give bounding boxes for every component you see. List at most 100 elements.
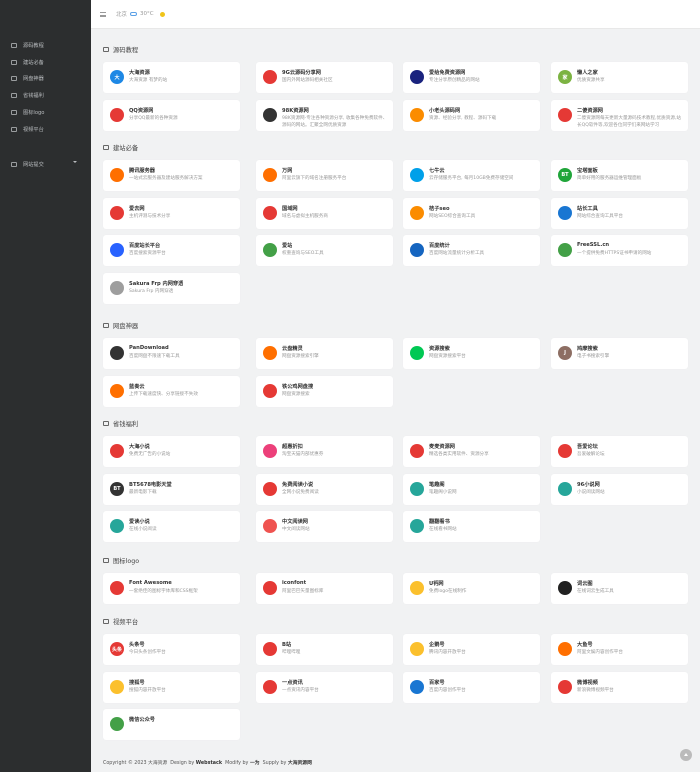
site-description: 淘宝天猫内部优惠券 [282,452,324,457]
site-card[interactable]: 头条 头条号 今日头条创作平台 [103,634,240,665]
site-card[interactable]: 家懒人之家 优质资源共享 [551,62,688,93]
site-card[interactable]: 中文阅读网 中文阅读网站 [256,511,393,542]
site-logo-icon [410,519,424,533]
site-card[interactable]: 词云图 在线词云生成工具 [551,573,688,604]
site-card[interactable]: 爱站 权重查询与SEO工具 [256,235,393,266]
site-card[interactable]: U钙网 免费logo在线制作 [403,573,540,604]
site-card[interactable]: 大鱼号 阿里文娱内容创作平台 [551,634,688,665]
site-card[interactable]: 云盘精灵 网盘资源搜索引擎 [256,338,393,369]
sidebar-item-savings[interactable]: 省钱福利 [11,90,44,100]
site-name: 腾讯服务器 [129,168,155,174]
site-card[interactable]: 七牛云 云存储服务平台, 每月10GB免费存储空间 [403,160,540,191]
site-logo-icon [263,444,277,458]
site-description: 国内外网站源码相关社区 [282,78,333,83]
site-logo-icon [110,243,124,257]
site-card[interactable]: 微博视频 新浪微博视频平台 [551,671,688,703]
site-description: 主机评测与技术分享 [129,213,171,219]
site-card[interactable]: 搜狐号 搜狐内容开放平台 [103,671,240,703]
site-card[interactable]: 免费阅读小说 全网小说免费阅读 [256,473,393,505]
site-logo-icon [410,346,424,360]
site-card[interactable]: Font Awesome 一套绝佳的图标字体库和CSS框架 [103,573,240,604]
site-description: 网盘资源搜索引擎 [282,354,319,359]
footer-design-link[interactable]: Webstack [196,761,222,766]
site-name: 搜狐号 [129,679,145,686]
site-description: 上传下载速度快、分享链接不失效 [129,391,198,397]
sidebar-item-source-tutorial[interactable]: 源码教程 [11,40,44,50]
site-card[interactable]: BT BT5678电影天堂 最新电影下载 [103,473,240,505]
site-description: 精选各类实用软件、资源分享 [429,452,489,457]
sidebar-item-icon-logo[interactable]: 图标logo [11,107,44,117]
top-bar: 北京 30°C [91,0,700,29]
site-card[interactable]: 一点资讯 一点资讯内容平台 [256,671,393,703]
footer-modify-link[interactable]: 一为 [250,761,260,766]
site-card[interactable]: PanDownload 百度网盘不限速下载工具 [103,338,240,369]
site-name: 爱读小说 [129,519,150,525]
sidebar-item-netdisk[interactable]: 网盘神器 [11,73,44,83]
site-card[interactable]: 96小说网 小说阅读网站 [551,473,688,505]
sidebar-item-label: 网盘神器 [23,75,44,82]
site-card[interactable]: 微信公众号 [103,709,240,740]
site-card[interactable]: 百家号 百度内容创作平台 [403,671,540,703]
site-card[interactable]: J 鸠摩搜索 电子书搜索引擎 [551,338,688,369]
site-card[interactable]: 笔趣阁 笔趣阁小说网 [403,473,540,505]
site-card[interactable]: 超惠折扣 淘宝天猫内部优惠券 [256,436,393,467]
sidebar-item-submit-site[interactable]: 网站提交 [11,159,44,169]
site-name: 大海资源 [129,70,150,76]
video-icon [11,126,17,132]
site-card[interactable]: 小老头源码网 资源、经验分享, 教程、源码下载 [403,99,540,131]
back-to-top-button[interactable] [680,749,692,761]
site-description: 云存储服务平台, 每月10GB免费存储空间 [429,176,514,181]
site-description: 笔趣阁小说网 [429,489,457,495]
site-card[interactable]: 蓝奏云 上传下载速度快、分享链接不失效 [103,375,240,407]
site-name: 二傻资源网 [577,107,603,114]
footer-supply-link[interactable]: 大海资源网 [288,761,312,766]
chevron-down-icon[interactable] [73,161,77,163]
site-card[interactable]: 爱给免费资源网 专注分享原创精品的网站 [403,62,540,93]
site-description: 全网小说免费阅读 [282,489,319,495]
site-name: 小老头源码网 [429,107,461,114]
menu-icon[interactable] [100,12,106,17]
site-card[interactable]: 百度统计 百度网站流量统计分析工具 [403,235,540,266]
site-card[interactable]: 站长工具 网站综合查询工具平台 [551,197,688,229]
site-card[interactable]: 爱去网 主机评测与技术分享 [103,197,240,229]
sidebar-item-video[interactable]: 视频平台 [11,124,44,134]
site-name: 企鹅号 [429,642,445,648]
site-card[interactable]: 万网 阿里云旗下的域名注册服务平台 [256,160,393,191]
site-card[interactable]: 大海小说 免费无广告的小说站 [103,436,240,467]
site-card[interactable]: 国域网 域名与虚拟主机服务商 [256,197,393,229]
site-card[interactable]: 爱读小说 在线小说阅读 [103,511,240,542]
sidebar-item-site-essentials[interactable]: 建站必备 [11,57,44,67]
site-name: 爱给免费资源网 [429,70,466,76]
site-card[interactable]: 翻翻看书 在线看书网站 [403,511,540,542]
site-card[interactable]: 企鹅号 腾讯内容开放平台 [403,634,540,665]
site-card[interactable]: iconfont 阿里巴巴矢量图标库 [256,573,393,604]
cloud-icon [11,75,17,81]
site-card[interactable]: 9G云源码分享网 国内外网站源码相关社区 [256,62,393,93]
site-card[interactable]: Sakura Frp 内网穿透 Sakura Frp 内网穿透 [103,272,240,304]
site-card[interactable]: FreeSSL.cn 一个提供免费HTTPS证书申请的网站 [551,235,688,266]
site-logo-icon [558,679,572,694]
site-card[interactable]: 98K资源网 98K资源网-专注各种资源分享, 收集各种免费软件、源码的网站。汇聚… [256,99,393,131]
site-description: 一个提供免费HTTPS证书申请的网站 [577,251,652,256]
site-logo-icon [558,581,572,595]
site-logo-icon: J [558,346,572,360]
site-card[interactable]: 资源搜索 网盘资源搜索平台 [403,338,540,369]
site-name: 词云图 [577,581,593,587]
section-title-label: 视频平台 [113,618,139,626]
site-name: 大鱼号 [577,642,593,648]
site-card[interactable]: 吾爱论坛 吾爱破解论坛 [551,436,688,467]
site-card[interactable]: QQ资源网 分享QQ最新的各种资源 [103,99,240,131]
site-description: 简单好用的服务器运维管理面板 [577,176,642,181]
site-description: 域名与虚拟主机服务商 [282,213,328,219]
site-logo-icon [110,205,124,220]
site-card[interactable]: 麦麦资源网 精选各类实用软件、资源分享 [403,436,540,467]
site-card[interactable]: B站 哔哩哔哩 [256,634,393,665]
section-title-label: 图标logo [113,557,140,565]
site-card[interactable]: 腾讯服务器 一站式云服务器及建站服务解决方案 [103,160,240,191]
site-card[interactable]: 大大海资源 大海资源 有梦的站 [103,62,240,93]
site-card[interactable]: BT 宝塔面板 简单好用的服务器运维管理面板 [551,160,688,191]
site-card[interactable]: 百度站长平台 百度搜索资源平台 [103,235,240,266]
site-card[interactable]: 二傻资源网 二傻资源网每天更新大量源码技术教程,优质资源,站长QQ软件等,欢迎各位… [551,99,688,131]
site-card[interactable]: 铁公鸡网盘搜 网盘资源搜索 [256,375,393,407]
site-card[interactable]: 桔子seo 网站SEO综合查询工具 [403,197,540,229]
